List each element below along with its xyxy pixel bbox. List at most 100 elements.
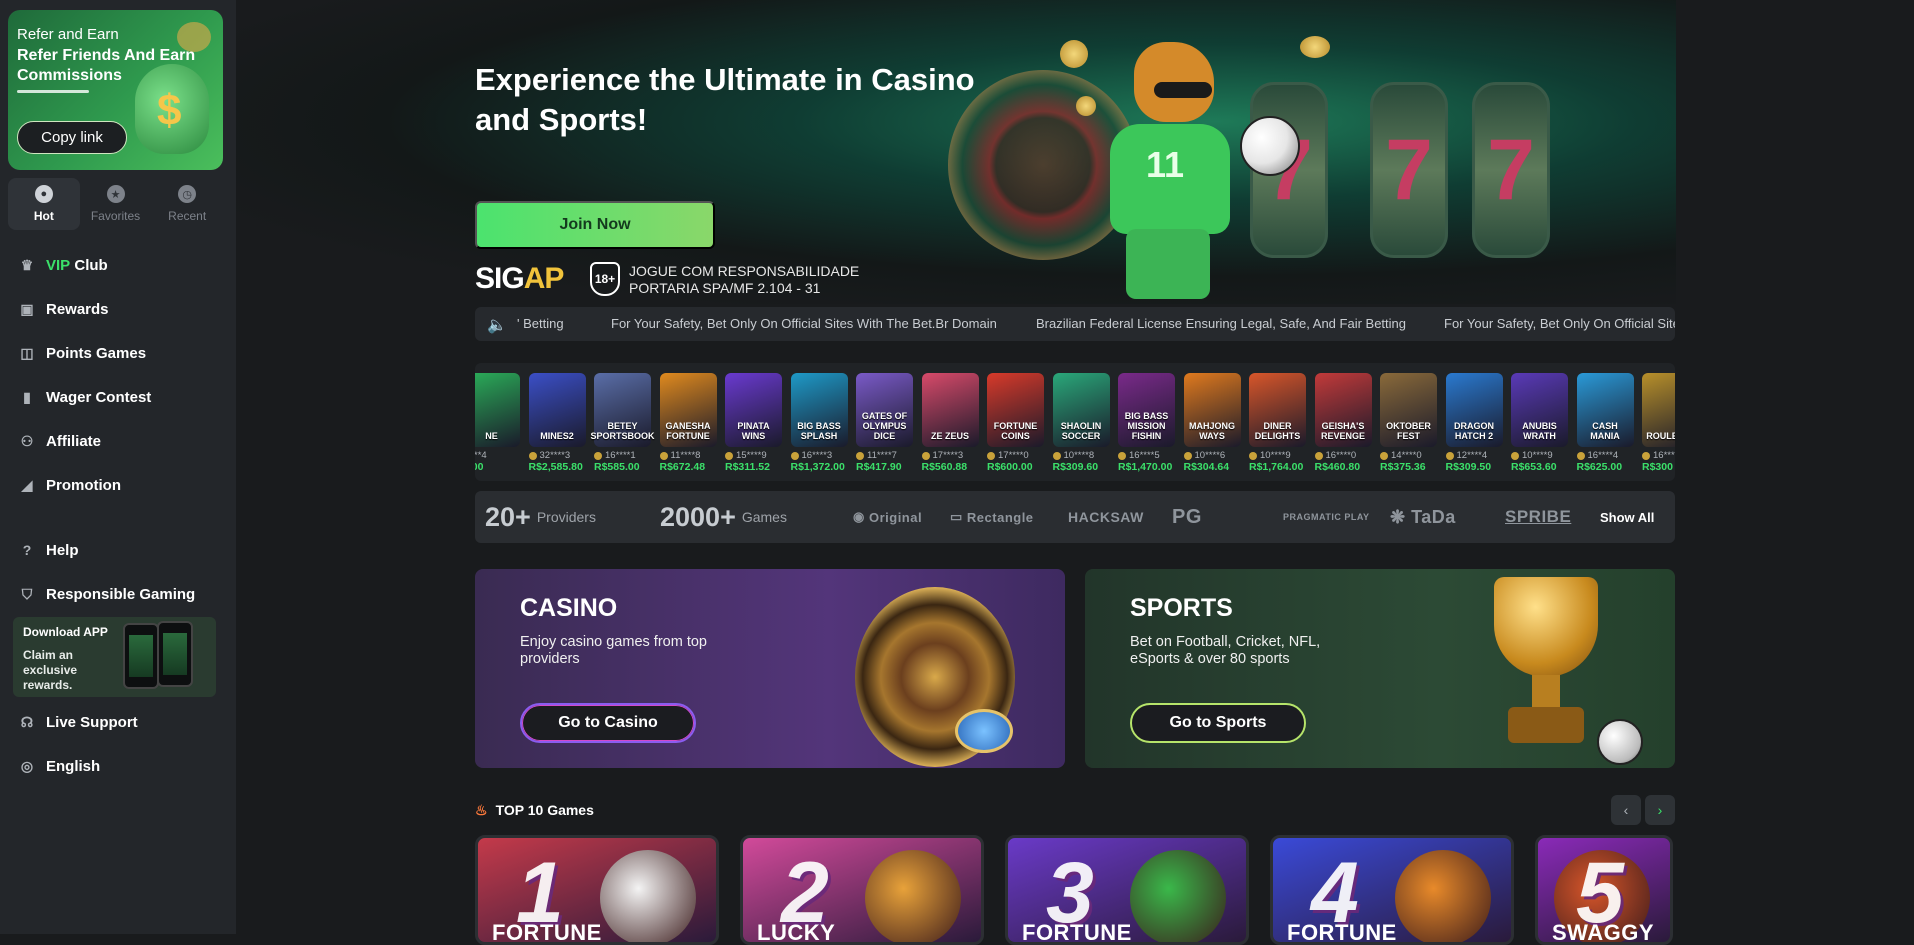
game-tile[interactable]: GANESHA FORTUNE 11****8 R$672.48 bbox=[659, 373, 717, 481]
headset-icon: ☊ bbox=[20, 713, 34, 730]
game-tile[interactable]: MAHJONG WAYS 10****6 R$304.64 bbox=[1183, 373, 1241, 481]
game-tile[interactable]: BIG BASS MISSION FISHIN 16****5 R$1,470.00 bbox=[1118, 373, 1175, 481]
game-thumbnail: DRAGON HATCH 2 bbox=[1445, 373, 1503, 447]
clock-icon: ◷ bbox=[178, 185, 197, 203]
game-tile[interactable]: ZE ZEUS 17****3 R$560.88 bbox=[921, 373, 979, 481]
prev-arrow-button[interactable]: ‹ bbox=[1611, 795, 1641, 825]
game-thumbnail: ANUBIS WRATH bbox=[1511, 373, 1568, 447]
winner-user: 16****5 bbox=[1118, 450, 1175, 461]
winner-user: 16****4 bbox=[1576, 450, 1634, 461]
legal-line-1: JOGUE COM RESPONSABILIDADE bbox=[629, 263, 860, 279]
win-amount: R$560.88 bbox=[921, 461, 968, 473]
winner-name: 17****3 bbox=[932, 450, 964, 461]
sidebar-item-label: Promotion bbox=[46, 476, 121, 494]
game-tile[interactable]: ROULETTE 16****R$300 bbox=[1642, 373, 1675, 481]
provider-hacksaw-logo[interactable]: HACKSAW bbox=[1068, 491, 1144, 543]
download-app-title: Download APP bbox=[23, 625, 108, 639]
game-tile[interactable]: GATES OF OLYMPUS DICE 11****7 R$417.90 bbox=[856, 373, 913, 481]
game-tile[interactable]: DRAGON HATCH 2 12****4 R$309.50 bbox=[1445, 373, 1503, 481]
winner-name: 14****0 bbox=[1391, 450, 1422, 461]
provider-rectangle-logo[interactable]: ▭ Rectangle bbox=[950, 491, 1034, 543]
winner-user: 16****1 bbox=[594, 450, 651, 461]
top10-card[interactable]: 5 SWAGGY bbox=[1535, 835, 1673, 945]
sidebar-item-wager-contest[interactable]: ▮ Wager Contest bbox=[0, 375, 236, 419]
top10-card[interactable]: 1 FORTUNE bbox=[475, 835, 719, 945]
reel-symbol: 7 bbox=[1385, 121, 1433, 218]
download-app-banner[interactable]: Download APP Claim an exclusive rewards. bbox=[13, 617, 216, 697]
sidebar-item-promotion[interactable]: ◢ Promotion bbox=[0, 463, 236, 507]
ticker-message: For Your Safety, Bet Only On Official Si… bbox=[1444, 316, 1675, 331]
game-tile[interactable]: SHAOLIN SOCCER 10****8 R$309.60 bbox=[1052, 373, 1110, 481]
affiliate-icon: ⚇ bbox=[20, 432, 34, 449]
game-tile[interactable]: OKTOBER FEST 14****0 R$375.36 bbox=[1380, 373, 1437, 481]
sidebar-item-rewards[interactable]: ▣ Rewards bbox=[0, 287, 236, 331]
games-count-number: 2000+ bbox=[660, 501, 736, 532]
game-thumbnail: NE bbox=[475, 373, 520, 447]
top10-card[interactable]: 2 LUCKY bbox=[740, 835, 984, 945]
winner-name: 10****6 bbox=[1194, 450, 1226, 461]
winner-name: 16****5 bbox=[1129, 450, 1160, 461]
provider-original-logo[interactable]: ◉ Original bbox=[853, 491, 922, 543]
game-tile[interactable]: BIG BASS SPLASH 16****3 R$1,372.00 bbox=[790, 373, 848, 481]
top10-card[interactable]: 4 FORTUNE bbox=[1270, 835, 1514, 945]
game-tile[interactable]: PINATA WINS 15****9 R$311.52 bbox=[725, 373, 782, 481]
show-all-providers-link[interactable]: Show All bbox=[1600, 491, 1654, 543]
game-thumbnail: OKTOBER FEST bbox=[1380, 373, 1437, 447]
provider-spribe-logo[interactable]: SPRIBE bbox=[1505, 491, 1571, 543]
coin-icon bbox=[1076, 96, 1096, 116]
winner-name: 12****4 bbox=[1456, 450, 1488, 461]
tab-recent-label: Recent bbox=[168, 209, 207, 223]
sidebar-item-vip-club[interactable]: ♛ VIP Club bbox=[0, 243, 236, 287]
tab-favorites[interactable]: ★ Favorites bbox=[80, 178, 152, 230]
join-now-button[interactable]: Join Now bbox=[475, 201, 715, 249]
game-tile[interactable]: CASH MANIA 16****4 R$625.00 bbox=[1576, 373, 1634, 481]
sigap-logo: SIGAP bbox=[475, 262, 564, 296]
provider-pg-logo[interactable]: PG bbox=[1172, 491, 1202, 543]
winner-user: 10****9 bbox=[1511, 450, 1568, 461]
game-tile[interactable]: ANUBIS WRATH 10****9 R$653.60 bbox=[1511, 373, 1568, 481]
go-to-sports-button[interactable]: Go to Sports bbox=[1130, 703, 1306, 743]
shirt-number: 11 bbox=[1146, 144, 1185, 185]
next-arrow-button[interactable]: › bbox=[1645, 795, 1675, 825]
sidebar-item-points-games[interactable]: ◫ Points Games bbox=[0, 331, 236, 375]
winner-user: 11****7 bbox=[856, 450, 913, 461]
game-tile[interactable]: GEISHA'S REVENGE 16****0 R$460.80 bbox=[1314, 373, 1372, 481]
winner-name: 16****1 bbox=[605, 450, 636, 461]
reel-symbol: 7 bbox=[1487, 121, 1535, 218]
sidebar-item-language[interactable]: ◎ English bbox=[0, 744, 236, 788]
game-tile[interactable]: FORTUNE COINS 17****0 R$600.00 bbox=[987, 373, 1044, 481]
sidebar-item-affiliate[interactable]: ⚇ Affiliate bbox=[0, 419, 236, 463]
win-amount: R$653.60 bbox=[1511, 461, 1557, 473]
tab-favorites-label: Favorites bbox=[90, 209, 141, 223]
game-tile[interactable]: MINES2 32****3 R$2,585.80 bbox=[528, 373, 586, 481]
go-to-casino-button[interactable]: Go to Casino bbox=[520, 703, 696, 743]
provider-name: PG bbox=[1172, 505, 1202, 528]
sidebar-item-responsible-gaming[interactable]: ⛉ Responsible Gaming bbox=[0, 572, 236, 616]
sidebar-item-help[interactable]: ? Help bbox=[0, 528, 236, 572]
game-tile[interactable]: NE **43.00 bbox=[475, 373, 520, 481]
tab-recent[interactable]: ◷ Recent bbox=[151, 178, 223, 230]
provider-tada-logo[interactable]: ❋ TaDa bbox=[1390, 491, 1456, 543]
copy-link-button[interactable]: Copy link bbox=[17, 121, 127, 154]
top10-card[interactable]: 3 FORTUNE bbox=[1005, 835, 1249, 945]
sidebar-item-label: Live Support bbox=[46, 713, 138, 731]
sidebar-item-live-support[interactable]: ☊ Live Support bbox=[0, 700, 236, 744]
mascot-image: 11 bbox=[1080, 24, 1250, 304]
speaker-icon: 🔈 bbox=[487, 317, 507, 334]
gift-icon: ▣ bbox=[20, 300, 34, 317]
win-amount: R$625.00 bbox=[1576, 461, 1623, 473]
tab-hot[interactable]: ● Hot bbox=[8, 178, 80, 230]
refer-and-earn-banner[interactable]: Refer and Earn Refer Friends And Earn Co… bbox=[8, 10, 223, 170]
game-tile[interactable]: BETEY SPORTSBOOK 16****1 R$585.00 bbox=[591, 373, 655, 481]
casino-card[interactable]: CASINO Enjoy casino games from top provi… bbox=[475, 569, 1065, 768]
game-tile[interactable]: DINER DELIGHTS 10****9 R$1,764.00 bbox=[1249, 373, 1306, 481]
win-amount: R$375.36 bbox=[1380, 461, 1426, 473]
megaphone-icon: ◢ bbox=[21, 476, 33, 493]
sports-card[interactable]: SPORTS Bet on Football, Cricket, NFL, eS… bbox=[1085, 569, 1675, 768]
soccer-ball-image bbox=[1240, 116, 1300, 176]
win-amount: 3.00 bbox=[475, 461, 484, 473]
provider-pragmatic-logo[interactable]: PRAGMATIC PLAY bbox=[1283, 491, 1370, 543]
winner-user: 16****0 bbox=[1314, 450, 1372, 461]
winner-name: **4 bbox=[475, 450, 487, 461]
game-character-image bbox=[865, 850, 961, 942]
